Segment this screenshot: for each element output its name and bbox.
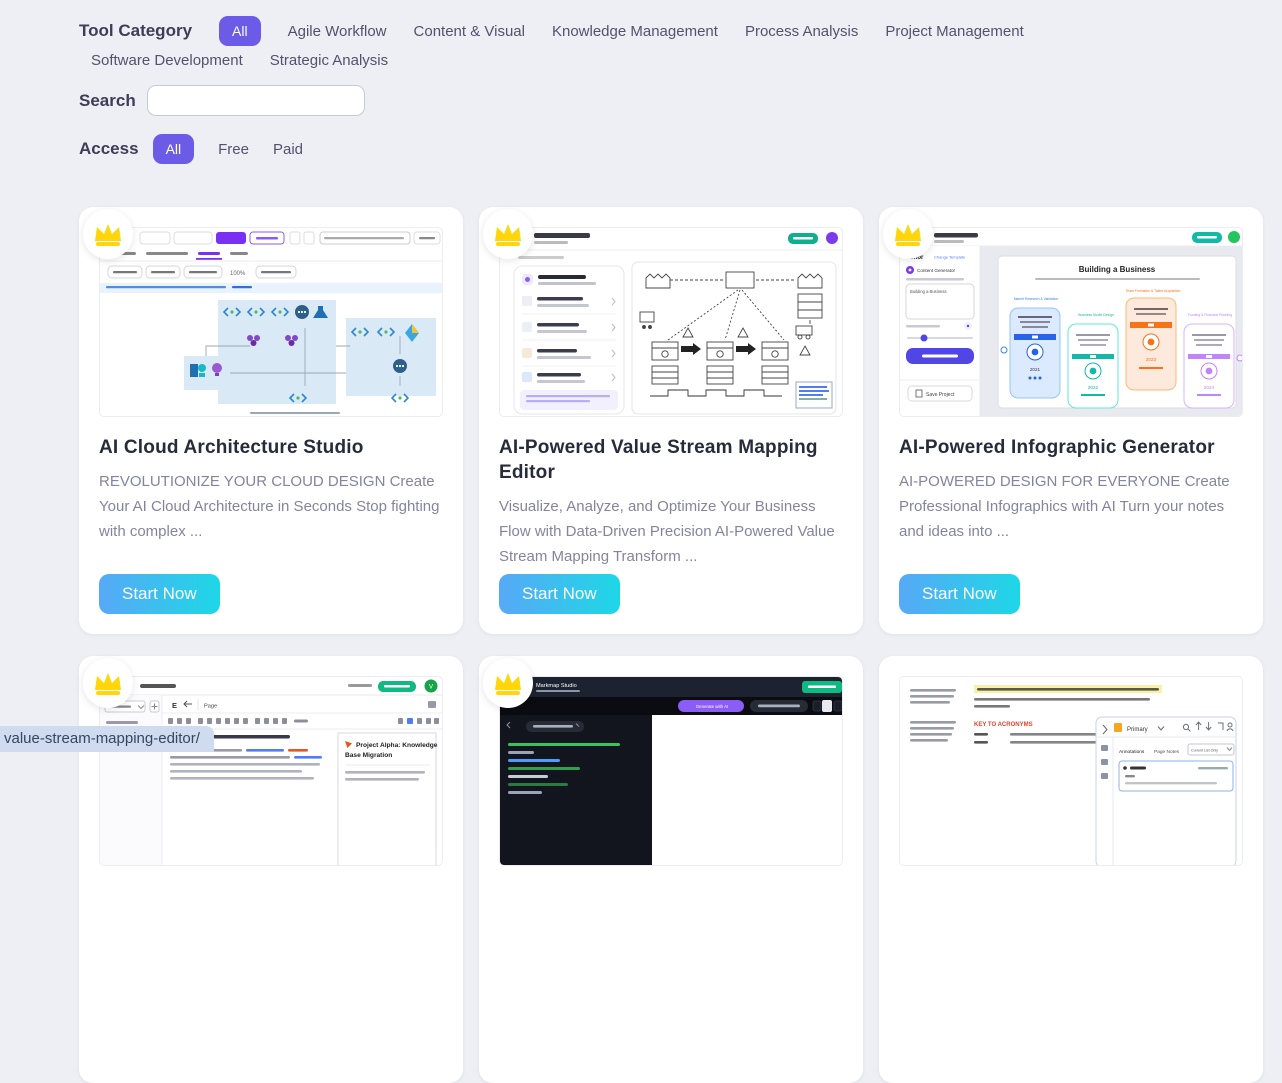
page-view-label: Page [204, 704, 217, 710]
save-project-button[interactable]: Save Project [926, 392, 955, 398]
column-heading-teal: Business Model Design [1078, 313, 1114, 317]
premium-crown-icon [83, 209, 133, 259]
column-heading-orange: Team Formation & Talent Acquisition [1126, 289, 1181, 293]
premium-crown-icon [483, 209, 533, 259]
access-paid[interactable]: Paid [273, 141, 303, 158]
tool-card-grid: 100% AI Cloud [79, 207, 1282, 1083]
content-generator-label: Content Generator [917, 268, 956, 273]
start-now-button[interactable]: Start Now [899, 574, 1020, 614]
annotation-panel-title: Primary [1127, 727, 1148, 733]
tool-screenshot-knowledge-base: V E Page [99, 676, 443, 866]
tool-title: AI-Powered Value Stream Mapping Editor [499, 435, 843, 485]
avatar-v-icon: V [429, 685, 433, 691]
category-filter-row: Tool Category All Agile Workflow Content… [79, 16, 1282, 46]
category-strategic-analysis[interactable]: Strategic Analysis [270, 52, 388, 69]
tool-title: AI Cloud Architecture Studio [99, 435, 443, 460]
category-project-management[interactable]: Project Management [885, 23, 1023, 40]
access-pill-all[interactable]: All [153, 134, 195, 164]
tool-card-value-stream-mapping[interactable]: Select Blueprint AI-Powered Value Stream… [479, 207, 863, 634]
filter-bar: Tool Category All Agile Workflow Content… [0, 0, 1282, 164]
tool-screenshot-markmap-studio: Markmap Studio Generate with AI [499, 676, 843, 866]
access-label: Access [79, 139, 139, 159]
search-input[interactable] [147, 85, 365, 116]
premium-crown-icon [483, 658, 533, 708]
tool-screenshot-document-annotator: KEY TO ACRONYMS Primary [899, 676, 1243, 866]
year-label-3: 2023 [1146, 357, 1157, 362]
zoom-level-value: 100% [230, 271, 246, 277]
access-filter-row: Access All Free Paid [79, 134, 1282, 164]
tool-screenshot-vsm-editor: Select Blueprint [499, 227, 843, 417]
page-notes-tab[interactable]: Page Notes [1154, 749, 1180, 755]
tool-card-cloud-architecture[interactable]: 100% AI Cloud [79, 207, 463, 634]
search-label: Search [79, 91, 147, 111]
category-agile-workflow[interactable]: Agile Workflow [288, 23, 387, 40]
tool-category-label: Tool Category [79, 21, 192, 41]
tool-screenshot-cloud-architecture: 100% [99, 227, 443, 417]
start-now-button[interactable]: Start Now [99, 574, 220, 614]
block-type-letter: E [172, 701, 177, 710]
column-heading-purple: Funding & Financial Planning [1188, 313, 1232, 317]
tool-card-markmap-studio[interactable]: Markmap Studio Generate with AI [479, 656, 863, 1083]
tool-card-document-annotator[interactable]: KEY TO ACRONYMS Primary [879, 656, 1263, 1083]
change-template-link[interactable]: Change Template [934, 255, 966, 260]
annotations-tab[interactable]: Annotations [1119, 749, 1145, 755]
search-row: Search [79, 85, 1282, 116]
category-filter-row-2: Software Development Strategic Analysis [91, 52, 1282, 69]
access-free[interactable]: Free [218, 141, 249, 158]
category-process-analysis[interactable]: Process Analysis [745, 23, 858, 40]
premium-crown-icon [83, 658, 133, 708]
tool-card-knowledge-base-editor[interactable]: V E Page [79, 656, 463, 1083]
category-software-development[interactable]: Software Development [91, 52, 243, 69]
column-heading-blue: Market Research & Validation [1014, 297, 1059, 301]
start-now-button[interactable]: Start Now [499, 574, 620, 614]
category-knowledge-management[interactable]: Knowledge Management [552, 23, 718, 40]
link-url-status-tooltip: value-stream-mapping-editor/ [0, 726, 214, 752]
tool-description: Visualize, Analyze, and Optimize Your Bu… [499, 494, 843, 569]
doc-heading-line2: Base Migration [345, 752, 392, 759]
tool-description: REVOLUTIONIZE YOUR CLOUD DESIGN Create Y… [99, 469, 443, 544]
tool-screenshot-infographic-generator: Editor Change Template Content Generator… [899, 227, 1243, 417]
acronyms-heading: KEY TO ACRONYMS [974, 722, 1033, 728]
generate-with-ai-button[interactable]: Generate with AI [696, 704, 728, 709]
year-label-2: 2022 [1088, 385, 1099, 390]
doc-heading-line1: Project Alpha: Knowledge [356, 742, 438, 749]
premium-crown-icon [883, 209, 933, 259]
markmap-app-title: Markmap Studio [536, 683, 577, 689]
tool-description: AI-POWERED DESIGN FOR EVERYONE Create Pr… [899, 469, 1243, 544]
infographic-title: Building a Business [1079, 265, 1156, 274]
year-label-1: 2021 [1030, 367, 1041, 372]
category-pill-all[interactable]: All [219, 16, 261, 46]
category-content-visual[interactable]: Content & Visual [414, 23, 525, 40]
year-label-4: 2024 [1204, 385, 1215, 390]
tool-title: AI-Powered Infographic Generator [899, 435, 1243, 460]
tool-card-infographic-generator[interactable]: Editor Change Template Content Generator… [879, 207, 1263, 634]
prompt-textarea-value[interactable]: Building a Business [910, 289, 947, 294]
